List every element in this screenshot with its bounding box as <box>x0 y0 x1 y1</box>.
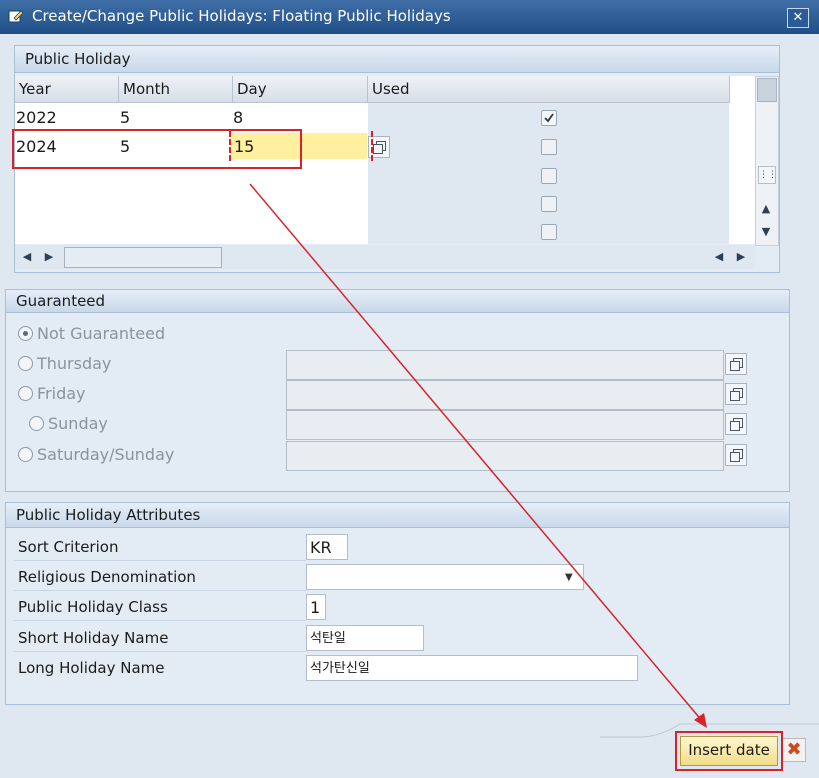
annotation-arrow <box>249 183 707 728</box>
